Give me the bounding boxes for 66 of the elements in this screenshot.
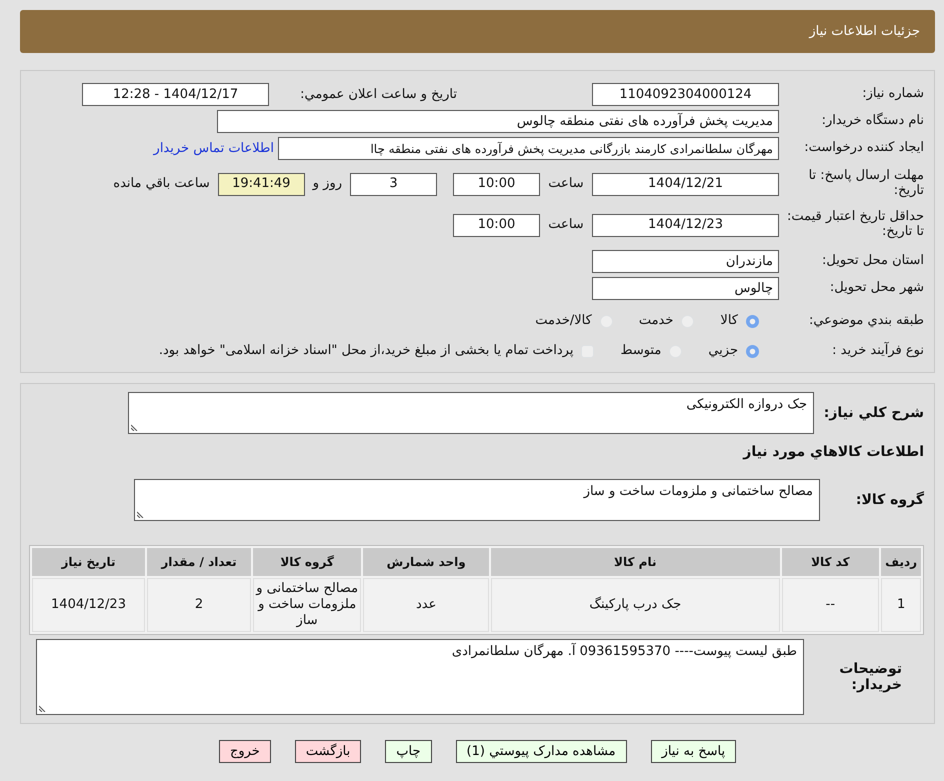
action-button[interactable]: چاپ	[385, 740, 432, 763]
table-cell: 1404/12/23	[32, 578, 145, 632]
field-label: ساعت باقي مانده	[113, 175, 210, 194]
column-header: رديف	[881, 548, 921, 576]
resize-grip-icon[interactable]	[137, 511, 144, 518]
column-header: تعداد / مقدار	[147, 548, 251, 576]
field-label: طبقه بندي موضوعي:	[808, 314, 924, 328]
text-field[interactable]: مديريت پخش فرآورده هاى نفتى منطقه چالوس	[217, 110, 779, 133]
field-label: شرح کلي نياز:	[822, 404, 924, 422]
text-area-value: جک دروازه الکترونیکی	[686, 397, 807, 412]
days-field[interactable]: 3	[350, 172, 437, 196]
field-label: ساعت	[547, 175, 585, 194]
field-label: روز و	[312, 175, 342, 194]
contact-link[interactable]: اطلاعات تماس خريدار	[154, 138, 274, 158]
action-button[interactable]: مشاهده مدارک پيوستي (1)	[456, 740, 627, 763]
text-area-value: طبق لیست پیوست---- 09361595370 آ. مهرگان سلطانمرادی	[452, 644, 797, 659]
table-cell: عدد	[363, 578, 489, 632]
field-label: ساعت	[547, 216, 585, 234]
action-button[interactable]: بازگشت	[294, 740, 362, 763]
field-label: ايجاد کننده درخواست:	[803, 141, 924, 156]
checkbox-label: پرداخت تمام يا بخشی از مبلغ خريد،از محل "اسناد خزانه اسلامی" خواهد بود.	[158, 342, 574, 360]
table-cell: 1	[881, 578, 921, 632]
text-area[interactable]: مصالح ساختمانی و ملزومات ساخت و ساز	[134, 479, 820, 521]
table-cell: 2	[147, 578, 251, 632]
field-label: حداقل تاريخ اعتبار قيمت: تا تاريخ:	[786, 210, 924, 240]
table-cell: جک درب پارکینگ	[491, 578, 780, 632]
text-field[interactable]: 1104092304000124	[592, 83, 779, 106]
table-cell: --	[782, 578, 880, 632]
action-button[interactable]: خروج	[218, 740, 271, 763]
resize-grip-icon[interactable]	[39, 705, 46, 712]
field-label: استان محل تحويل:	[821, 254, 924, 269]
text-field[interactable]: چالوس	[592, 277, 779, 300]
resize-grip-icon[interactable]	[131, 424, 138, 431]
field-label: مهلت ارسال پاسخ: تا تاريخ:	[808, 169, 924, 199]
action-button[interactable]: پاسخ به نياز	[650, 740, 736, 763]
column-header: واحد شمارش	[363, 548, 489, 576]
field-label: نام دستگاه خريدار:	[820, 114, 924, 129]
date-field[interactable]: 1404/12/23	[592, 214, 779, 236]
column-header: کد کالا	[782, 548, 880, 576]
field-label: تاريخ و ساعت اعلان عمومي:	[299, 86, 457, 104]
field-label: نوع فرآيند خريد :	[831, 344, 924, 358]
text-field[interactable]: 1404/12/17 - 12:28	[82, 83, 269, 106]
text-field[interactable]: مازندران	[592, 250, 779, 273]
radio-label: کالا	[720, 312, 738, 330]
text-field[interactable]: مهرگان سلطانمرادی کارمند بازرگانی مدیریت پخش فرآورده های نفتی منطقه چاا	[278, 137, 779, 160]
field-label: شماره نياز:	[861, 87, 924, 102]
text-area-value: مصالح ساختمانی و ملزومات ساخت و ساز	[584, 484, 813, 499]
radio-label: کالا/خدمت	[535, 312, 592, 330]
radio-label: خدمت	[638, 312, 674, 330]
countdown-field[interactable]: 19:41:49	[218, 172, 305, 196]
field-label: گروه کالا:	[854, 492, 924, 508]
radio-label: جزيي	[708, 342, 738, 360]
table-cell: مصالح ساختمانی و ملزومات ساخت و ساز	[252, 578, 362, 632]
time-field[interactable]: 10:00	[453, 172, 540, 196]
time-field[interactable]: 10:00	[453, 214, 540, 236]
field-label: شهر محل تحويل:	[828, 281, 924, 296]
text-area[interactable]: طبق لیست پیوست---- 09361595370 آ. مهرگان سلطانمرادی	[36, 639, 804, 715]
column-header: تاريخ نياز	[32, 548, 145, 576]
date-field[interactable]: 1404/12/21	[592, 172, 779, 196]
page-title: جزئیات اطلاعات نیاز	[809, 22, 920, 41]
column-header: نام کالا	[491, 548, 780, 576]
radio-label: متوسط	[620, 342, 662, 360]
section-heading: اطلاعات کالاهاي مورد نياز	[742, 443, 924, 462]
field-label: توضيحات خريدار:	[838, 660, 903, 694]
text-area[interactable]: جک دروازه الکترونیکی	[128, 392, 814, 434]
column-header: گروه کالا	[252, 548, 362, 576]
